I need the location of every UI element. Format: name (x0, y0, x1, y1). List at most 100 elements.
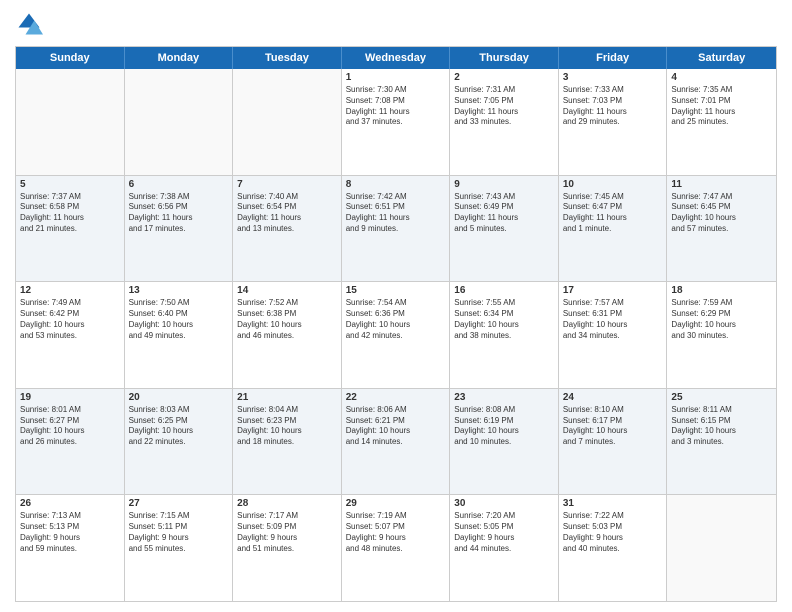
day-info: Sunrise: 7:59 AM Sunset: 6:29 PM Dayligh… (671, 298, 772, 341)
day-number: 14 (237, 285, 337, 296)
day-info: Sunrise: 7:42 AM Sunset: 6:51 PM Dayligh… (346, 192, 446, 235)
day-info: Sunrise: 8:01 AM Sunset: 6:27 PM Dayligh… (20, 405, 120, 448)
day-number: 5 (20, 179, 120, 190)
calendar-cell-0-5: 3 Sunrise: 7:33 AM Sunset: 7:03 PM Daylig… (559, 69, 668, 175)
day-info: Sunrise: 7:43 AM Sunset: 6:49 PM Dayligh… (454, 192, 554, 235)
day-info: Sunrise: 7:55 AM Sunset: 6:34 PM Dayligh… (454, 298, 554, 341)
calendar-cell-0-1 (125, 69, 234, 175)
calendar-cell-3-2: 21Sunrise: 8:04 AM Sunset: 6:23 PM Dayli… (233, 389, 342, 495)
calendar-cell-1-6: 11Sunrise: 7:47 AM Sunset: 6:45 PM Dayli… (667, 176, 776, 282)
header-day-tuesday: Tuesday (233, 47, 342, 69)
day-info: Sunrise: 8:11 AM Sunset: 6:15 PM Dayligh… (671, 405, 772, 448)
day-info: Sunrise: 7:13 AM Sunset: 5:13 PM Dayligh… (20, 511, 120, 554)
day-number: 10 (563, 179, 663, 190)
day-info: Sunrise: 7:40 AM Sunset: 6:54 PM Dayligh… (237, 192, 337, 235)
day-info: Sunrise: 7:15 AM Sunset: 5:11 PM Dayligh… (129, 511, 229, 554)
calendar-cell-0-2 (233, 69, 342, 175)
day-number: 4 (671, 72, 772, 83)
calendar-cell-2-4: 16 Sunrise: 7:55 AM Sunset: 6:34 PM Dayli… (450, 282, 559, 388)
calendar-cell-4-0: 26Sunrise: 7:13 AM Sunset: 5:13 PM Dayli… (16, 495, 125, 601)
day-number: 20 (129, 392, 229, 403)
calendar-cell-4-6 (667, 495, 776, 601)
day-number: 13 (129, 285, 229, 296)
day-info: Sunrise: 7:33 AM Sunset: 7:03 PM Dayligh… (563, 85, 663, 128)
day-number: 1 (346, 72, 446, 83)
calendar-cell-0-3: 1 Sunrise: 7:30 AM Sunset: 7:08 PM Daylig… (342, 69, 451, 175)
day-info: Sunrise: 7:35 AM Sunset: 7:01 PM Dayligh… (671, 85, 772, 128)
day-info: Sunrise: 7:50 AM Sunset: 6:40 PM Dayligh… (129, 298, 229, 341)
day-number: 29 (346, 498, 446, 509)
calendar-cell-0-4: 2 Sunrise: 7:31 AM Sunset: 7:05 PM Daylig… (450, 69, 559, 175)
day-info: Sunrise: 7:30 AM Sunset: 7:08 PM Dayligh… (346, 85, 446, 128)
calendar-cell-3-5: 24 Sunrise: 8:10 AM Sunset: 6:17 PM Dayli… (559, 389, 668, 495)
day-number: 18 (671, 285, 772, 296)
calendar-body: 1 Sunrise: 7:30 AM Sunset: 7:08 PM Daylig… (16, 69, 776, 601)
calendar-cell-3-6: 25 Sunrise: 8:11 AM Sunset: 6:15 PM Dayli… (667, 389, 776, 495)
day-number: 19 (20, 392, 120, 403)
calendar-cell-2-2: 14 Sunrise: 7:52 AM Sunset: 6:38 PM Dayli… (233, 282, 342, 388)
day-info: Sunrise: 8:06 AM Sunset: 6:21 PM Dayligh… (346, 405, 446, 448)
day-info: Sunrise: 7:45 AM Sunset: 6:47 PM Dayligh… (563, 192, 663, 235)
calendar-cell-4-3: 29Sunrise: 7:19 AM Sunset: 5:07 PM Dayli… (342, 495, 451, 601)
calendar-cell-4-1: 27 Sunrise: 7:15 AM Sunset: 5:11 PM Dayli… (125, 495, 234, 601)
day-info: Sunrise: 7:38 AM Sunset: 6:56 PM Dayligh… (129, 192, 229, 235)
calendar-cell-1-5: 10 Sunrise: 7:45 AM Sunset: 6:47 PM Dayli… (559, 176, 668, 282)
day-info: Sunrise: 7:22 AM Sunset: 5:03 PM Dayligh… (563, 511, 663, 554)
calendar-cell-3-3: 22 Sunrise: 8:06 AM Sunset: 6:21 PM Dayli… (342, 389, 451, 495)
day-number: 28 (237, 498, 337, 509)
day-number: 25 (671, 392, 772, 403)
header-day-monday: Monday (125, 47, 234, 69)
day-number: 31 (563, 498, 663, 509)
calendar-row-1: 5 Sunrise: 7:37 AM Sunset: 6:58 PM Daylig… (16, 175, 776, 282)
day-info: Sunrise: 8:10 AM Sunset: 6:17 PM Dayligh… (563, 405, 663, 448)
day-number: 16 (454, 285, 554, 296)
day-info: Sunrise: 7:52 AM Sunset: 6:38 PM Dayligh… (237, 298, 337, 341)
calendar-cell-4-5: 31 Sunrise: 7:22 AM Sunset: 5:03 PM Dayli… (559, 495, 668, 601)
header-day-friday: Friday (559, 47, 668, 69)
header (15, 10, 777, 38)
calendar-cell-1-2: 7 Sunrise: 7:40 AM Sunset: 6:54 PM Daylig… (233, 176, 342, 282)
day-info: Sunrise: 7:37 AM Sunset: 6:58 PM Dayligh… (20, 192, 120, 235)
day-number: 3 (563, 72, 663, 83)
logo-icon (15, 10, 43, 38)
calendar-cell-1-0: 5 Sunrise: 7:37 AM Sunset: 6:58 PM Daylig… (16, 176, 125, 282)
day-number: 11 (671, 179, 772, 190)
header-day-sunday: Sunday (16, 47, 125, 69)
calendar-cell-3-1: 20 Sunrise: 8:03 AM Sunset: 6:25 PM Dayli… (125, 389, 234, 495)
day-number: 27 (129, 498, 229, 509)
calendar-cell-3-4: 23 Sunrise: 8:08 AM Sunset: 6:19 PM Dayli… (450, 389, 559, 495)
day-info: Sunrise: 7:49 AM Sunset: 6:42 PM Dayligh… (20, 298, 120, 341)
header-day-saturday: Saturday (667, 47, 776, 69)
calendar-cell-3-0: 19 Sunrise: 8:01 AM Sunset: 6:27 PM Dayli… (16, 389, 125, 495)
calendar-cell-2-6: 18 Sunrise: 7:59 AM Sunset: 6:29 PM Dayli… (667, 282, 776, 388)
day-info: Sunrise: 7:17 AM Sunset: 5:09 PM Dayligh… (237, 511, 337, 554)
day-number: 2 (454, 72, 554, 83)
day-info: Sunrise: 8:08 AM Sunset: 6:19 PM Dayligh… (454, 405, 554, 448)
calendar-cell-1-4: 9Sunrise: 7:43 AM Sunset: 6:49 PM Daylig… (450, 176, 559, 282)
day-info: Sunrise: 7:54 AM Sunset: 6:36 PM Dayligh… (346, 298, 446, 341)
day-number: 22 (346, 392, 446, 403)
day-number: 8 (346, 179, 446, 190)
day-number: 7 (237, 179, 337, 190)
calendar-row-4: 26Sunrise: 7:13 AM Sunset: 5:13 PM Dayli… (16, 494, 776, 601)
day-number: 30 (454, 498, 554, 509)
day-info: Sunrise: 8:04 AM Sunset: 6:23 PM Dayligh… (237, 405, 337, 448)
day-number: 17 (563, 285, 663, 296)
header-day-thursday: Thursday (450, 47, 559, 69)
day-number: 23 (454, 392, 554, 403)
calendar-cell-0-0 (16, 69, 125, 175)
day-number: 15 (346, 285, 446, 296)
day-info: Sunrise: 8:03 AM Sunset: 6:25 PM Dayligh… (129, 405, 229, 448)
day-info: Sunrise: 7:57 AM Sunset: 6:31 PM Dayligh… (563, 298, 663, 341)
calendar: SundayMondayTuesdayWednesdayThursdayFrid… (15, 46, 777, 602)
calendar-cell-2-0: 12 Sunrise: 7:49 AM Sunset: 6:42 PM Dayli… (16, 282, 125, 388)
day-number: 12 (20, 285, 120, 296)
day-number: 24 (563, 392, 663, 403)
calendar-cell-2-1: 13 Sunrise: 7:50 AM Sunset: 6:40 PM Dayli… (125, 282, 234, 388)
calendar-cell-2-3: 15 Sunrise: 7:54 AM Sunset: 6:36 PM Dayli… (342, 282, 451, 388)
calendar-row-0: 1 Sunrise: 7:30 AM Sunset: 7:08 PM Daylig… (16, 69, 776, 175)
calendar-row-2: 12 Sunrise: 7:49 AM Sunset: 6:42 PM Dayli… (16, 281, 776, 388)
day-info: Sunrise: 7:20 AM Sunset: 5:05 PM Dayligh… (454, 511, 554, 554)
day-info: Sunrise: 7:31 AM Sunset: 7:05 PM Dayligh… (454, 85, 554, 128)
header-day-wednesday: Wednesday (342, 47, 451, 69)
